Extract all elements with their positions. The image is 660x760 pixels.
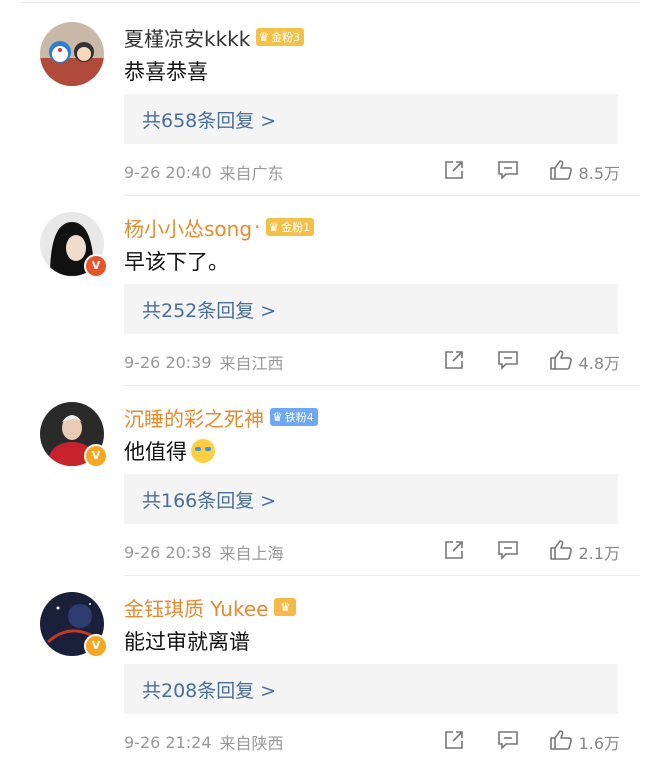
comment-item: V 金钰琪质 Yukee ♛ 能过审就离谱 共208条回复 > 9-26 21:…	[0, 570, 660, 760]
comment-icon[interactable]	[497, 350, 519, 374]
timestamp: 9-26 20:39	[124, 352, 212, 372]
avatar[interactable]: V	[40, 212, 108, 278]
like-count: 1.6万	[578, 734, 620, 753]
thumbs-up-icon[interactable]	[549, 539, 573, 565]
thumbs-up-icon[interactable]	[549, 159, 573, 185]
timestamp: 9-26 20:40	[124, 162, 212, 182]
thumbs-up-icon[interactable]	[549, 729, 573, 755]
comment-text: 他值得	[124, 436, 215, 466]
comment-text: 早该下了。	[124, 250, 229, 274]
fan-badge[interactable]: ♛ 金粉3	[256, 28, 305, 46]
avatar[interactable]	[40, 22, 104, 86]
comment-item: V 杨小小怂song · ♛ 金粉1 早该下了。 共252条回复 > 9-26 …	[0, 190, 660, 386]
timestamp: 9-26 21:24	[124, 732, 212, 752]
like-count: 8.5万	[578, 164, 620, 183]
like-count: 2.1万	[578, 544, 620, 563]
replies-link[interactable]: 共252条回复 >	[124, 284, 618, 334]
comment-text: 恭喜恭喜	[124, 60, 208, 84]
comment-text: 能过审就离谱	[124, 630, 250, 654]
verified-v-icon: V	[84, 254, 108, 278]
source-location: 来自江西	[219, 354, 284, 373]
replies-link[interactable]: 共658条回复 >	[124, 94, 618, 144]
verified-v-icon: V	[84, 634, 108, 658]
username[interactable]: 杨小小怂song	[124, 213, 252, 242]
fan-badge[interactable]: ♛ 金粉1	[266, 218, 315, 236]
comment-item: 夏槿凉安kkkk ♛ 金粉3 恭喜恭喜 共658条回复 > 9-26 20:40…	[0, 0, 660, 196]
replies-link[interactable]: 共208条回复 >	[124, 664, 618, 714]
share-icon[interactable]	[443, 730, 465, 754]
like-count: 4.8万	[578, 354, 620, 373]
comment-item: V 沉睡的彩之死神 ♛ 铁粉4 他值得 共166条回复 > 9-26 20:38…	[0, 380, 660, 576]
share-icon[interactable]	[443, 540, 465, 564]
share-icon[interactable]	[443, 350, 465, 374]
avatar[interactable]: V	[40, 592, 108, 658]
avatar[interactable]: V	[40, 402, 108, 468]
name-dot: ·	[254, 215, 261, 239]
replies-link[interactable]: 共166条回复 >	[124, 474, 618, 524]
crown-icon[interactable]: ♛	[274, 598, 297, 616]
username[interactable]: 夏槿凉安kkkk	[124, 23, 250, 52]
username[interactable]: 金钰琪质 Yukee	[124, 593, 268, 622]
comment-icon[interactable]	[497, 160, 519, 184]
crying-emoji-icon	[191, 439, 215, 463]
source-location: 来自上海	[219, 544, 284, 563]
verified-v-icon: V	[84, 444, 108, 468]
fan-badge[interactable]: ♛ 铁粉4	[270, 408, 318, 426]
crown-icon: ♛	[268, 220, 280, 234]
source-location: 来自广东	[219, 164, 284, 183]
thumbs-up-icon[interactable]	[549, 349, 573, 375]
comment-icon[interactable]	[497, 730, 519, 754]
share-icon[interactable]	[443, 160, 465, 184]
crown-icon: ♛	[272, 410, 283, 424]
comment-icon[interactable]	[497, 540, 519, 564]
crown-icon: ♛	[258, 30, 270, 44]
source-location: 来自陕西	[219, 734, 284, 753]
username[interactable]: 沉睡的彩之死神	[124, 403, 264, 432]
timestamp: 9-26 20:38	[124, 542, 212, 562]
